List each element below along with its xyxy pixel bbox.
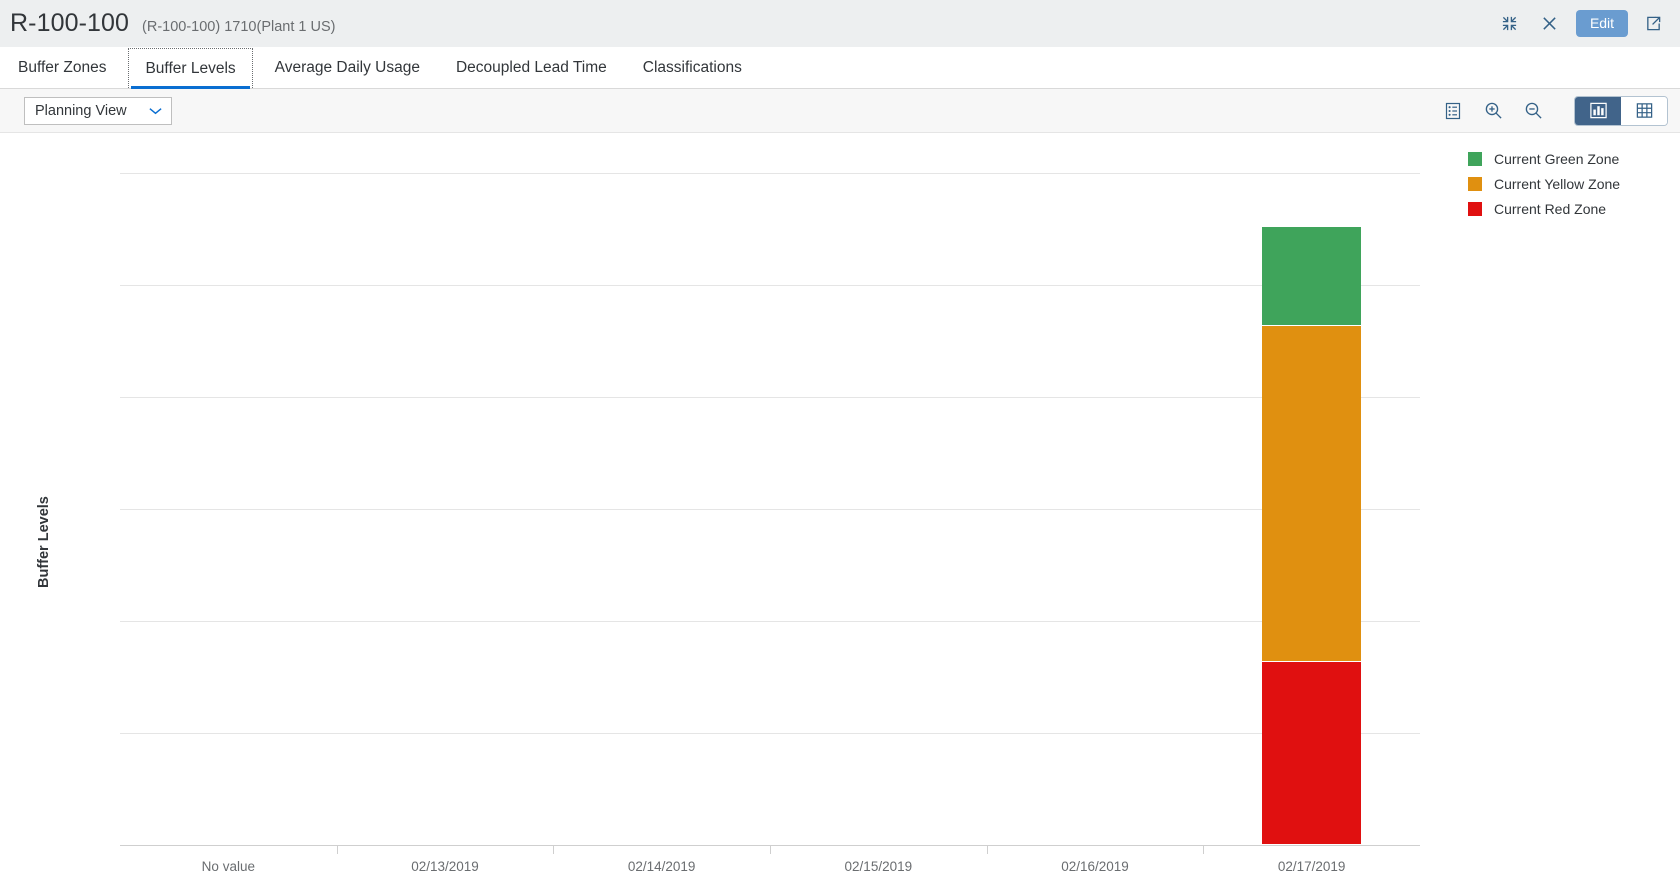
zoom-in-icon[interactable] [1478, 97, 1508, 125]
tab-average-daily-usage[interactable]: Average Daily Usage [257, 47, 438, 88]
title-block: R-100-100 (R-100-100) 1710(Plant 1 US) [6, 9, 335, 38]
share-icon[interactable] [1634, 7, 1672, 41]
tab-classifications[interactable]: Classifications [625, 47, 760, 88]
tab-decoupled-lead-time[interactable]: Decoupled Lead Time [438, 47, 625, 88]
page-subtitle: (R-100-100) 1710(Plant 1 US) [142, 19, 336, 35]
legend-item-label: Current Red Zone [1494, 201, 1607, 217]
gridline [120, 397, 1420, 398]
x-axis-tick-label: No value [201, 859, 255, 874]
tab-label: Buffer Zones [18, 58, 107, 76]
view-select-value: Planning View [35, 102, 127, 119]
legend-item[interactable]: Current Yellow Zone [1468, 176, 1620, 192]
x-axis-separator [1203, 845, 1205, 854]
chart-toolbar: Planning View [0, 89, 1680, 133]
x-axis-tick-label: 02/13/2019 [411, 859, 479, 874]
header-actions: Edit [1490, 0, 1672, 47]
legend-swatch-icon [1468, 202, 1482, 216]
view-mode-segmented-control [1574, 95, 1668, 126]
plot-canvas[interactable]: 02004006008001,0001,200No value02/13/201… [120, 173, 1420, 874]
legend-swatch-icon [1468, 152, 1482, 166]
close-icon[interactable] [1530, 7, 1568, 41]
legend-item[interactable]: Current Green Zone [1468, 151, 1620, 167]
legend-list-icon[interactable] [1438, 97, 1468, 125]
legend-item-label: Current Yellow Zone [1494, 176, 1621, 192]
page-title: R-100-100 [10, 9, 130, 37]
object-page-header: R-100-100 (R-100-100) 1710(Plant 1 US) E… [0, 0, 1680, 47]
tab-buffer-zones[interactable]: Buffer Zones [0, 47, 124, 88]
bar-segment[interactable] [1261, 661, 1362, 844]
chart-area: Buffer Levels 02004006008001,0001,200No … [0, 133, 1680, 874]
toolbar-icons [1438, 95, 1668, 126]
gridline [120, 285, 1420, 286]
zoom-out-icon[interactable] [1518, 97, 1548, 125]
gridline [120, 173, 1420, 174]
tab-label: Buffer Levels [145, 59, 236, 77]
tab-bar: Buffer Zones Buffer Levels Average Daily… [0, 47, 1680, 89]
collapse-icon[interactable] [1490, 7, 1528, 41]
gridline [120, 621, 1420, 622]
chart-legend: Current Green Zone Current Yellow Zone Cur… [1468, 151, 1620, 217]
x-axis-separator [770, 845, 771, 854]
chevron-down-icon [148, 106, 163, 116]
bar-segment[interactable] [1261, 226, 1362, 325]
tab-label: Classifications [642, 58, 742, 76]
bar-segment[interactable] [1261, 325, 1362, 661]
x-axis-tick-label: 02/14/2019 [627, 859, 696, 874]
x-axis-separator [986, 845, 988, 854]
gridline [120, 733, 1420, 734]
x-axis-tick-label: 02/16/2019 [1061, 859, 1129, 874]
legend-item-label: Current Green Zone [1494, 151, 1620, 167]
legend-swatch-icon [1468, 177, 1482, 191]
edit-button[interactable]: Edit [1576, 10, 1628, 37]
y-axis-title: Buffer Levels [36, 496, 52, 588]
x-axis-tick-label: 02/15/2019 [844, 859, 913, 874]
legend-item[interactable]: Current Red Zone [1468, 201, 1620, 217]
tab-label: Average Daily Usage [274, 58, 420, 76]
tab-label: Decoupled Lead Time [455, 58, 607, 76]
x-axis-separator [553, 845, 555, 854]
view-select[interactable]: Planning View [24, 96, 172, 125]
x-axis-separator [336, 845, 338, 854]
table-view-icon[interactable] [1621, 96, 1667, 125]
gridline [120, 509, 1420, 510]
tab-buffer-levels[interactable]: Buffer Levels [128, 48, 253, 89]
x-axis-tick-label: 02/17/2019 [1277, 859, 1346, 874]
chart-view-icon[interactable] [1575, 96, 1621, 125]
